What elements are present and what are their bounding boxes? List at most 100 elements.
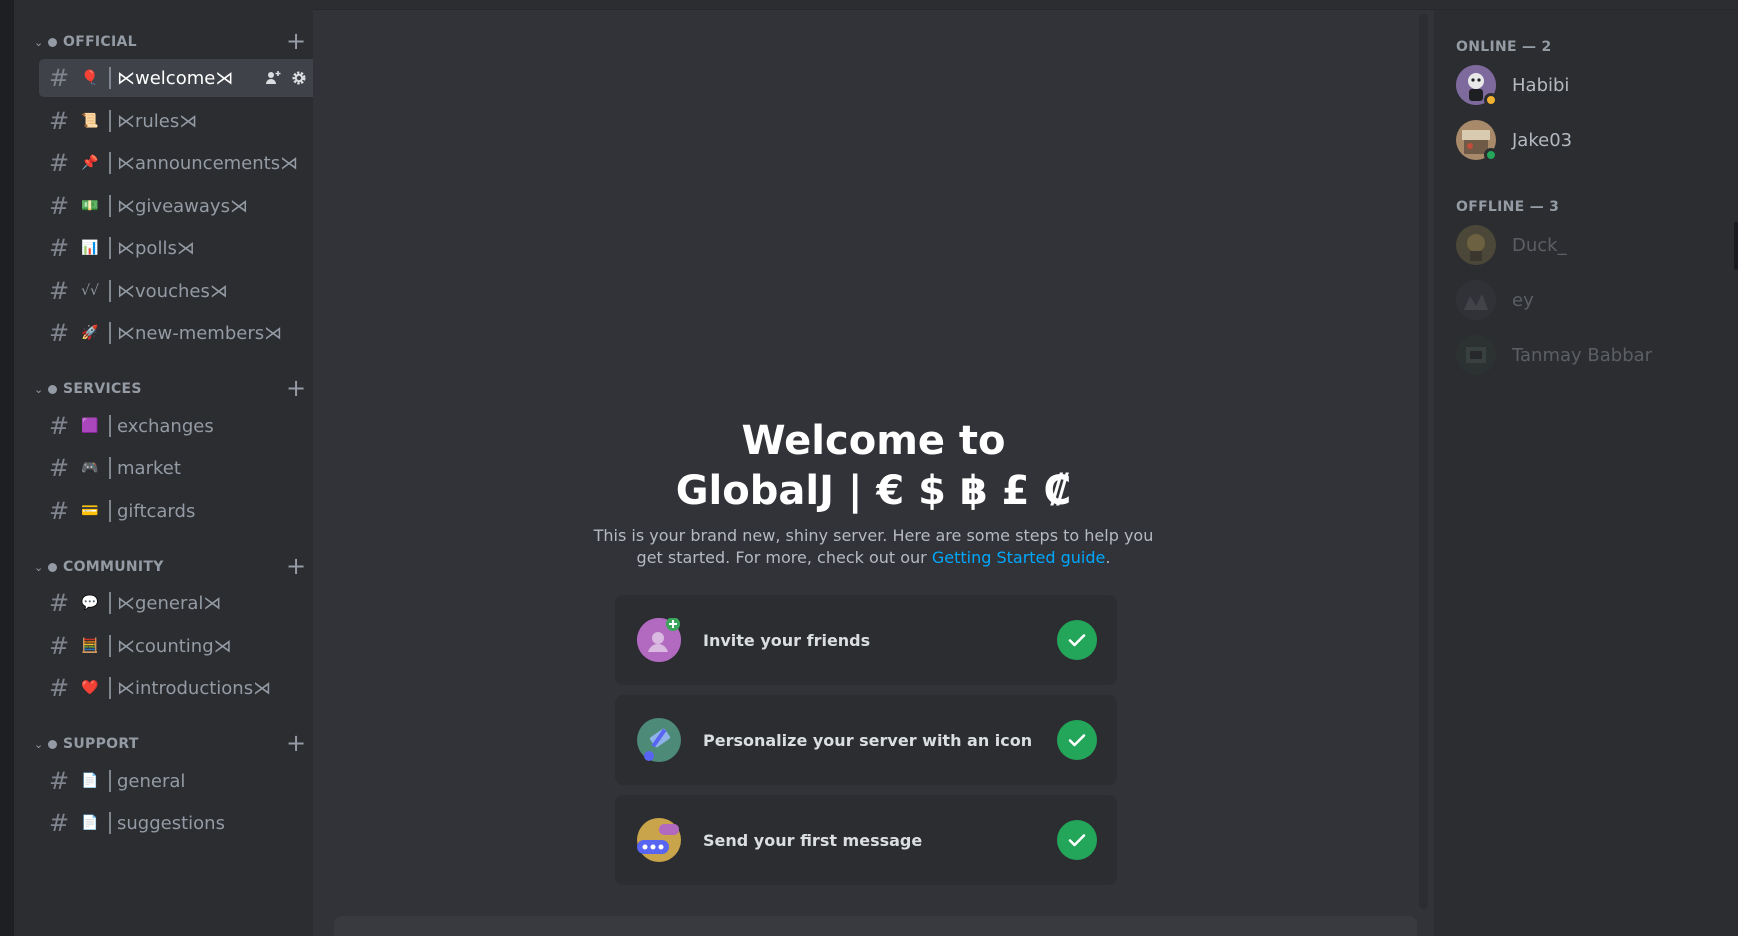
hash-icon: # [49, 674, 70, 702]
avatar [1456, 65, 1498, 107]
task-label: Invite your friends [703, 630, 871, 650]
gamepad-icon: 🎮 [81, 460, 99, 476]
category-official[interactable]: ⌄ OFFICIAL + [34, 29, 314, 54]
channel-name: ⋉general⋊ [117, 592, 222, 614]
category-dot-icon [48, 37, 57, 47]
message-icon [637, 818, 681, 862]
channel-giftcards[interactable]: # 💳 giftcards [39, 492, 319, 530]
online-header: ONLINE — 2 [1456, 39, 1552, 55]
checkmark-icon [1057, 620, 1097, 660]
category-dot-icon [48, 384, 57, 394]
channel-market[interactable]: # 🎮 market [39, 449, 319, 487]
idle-status-icon [1484, 93, 1498, 107]
category-services[interactable]: ⌄ SERVICES + [34, 376, 314, 401]
abacus-icon: 🧮 [81, 638, 99, 654]
personalize-icon [637, 718, 681, 762]
welcome-description-line1: This is your brand new, shiny server. He… [593, 526, 1154, 545]
separator [109, 237, 111, 259]
channel-name: market [117, 457, 181, 479]
channel-name: suggestions [117, 812, 225, 834]
separator [109, 635, 111, 657]
avatar [1456, 120, 1498, 162]
server-rail [0, 0, 14, 936]
channel-new-members[interactable]: # 🚀 ⋉new-members⋊ [39, 314, 319, 352]
separator [109, 770, 111, 792]
channel-exchanges[interactable]: # 🟪 exchanges [39, 407, 319, 445]
channel-giveaways[interactable]: # 💵 ⋉giveaways⋊ [39, 187, 319, 225]
category-label: COMMUNITY [63, 559, 164, 575]
chevron-down-icon: ⌄ [34, 35, 44, 49]
category-community[interactable]: ⌄ COMMUNITY + [34, 554, 314, 579]
channel-name: ⋉vouches⋊ [117, 280, 228, 302]
member-jake03[interactable]: Jake03 [1456, 118, 1726, 162]
balloon-icon: 🎈 [81, 70, 99, 86]
channel-polls[interactable]: # 📊 ⋉polls⋊ [39, 229, 319, 267]
category-label: SERVICES [63, 381, 142, 397]
category-dot-icon [48, 739, 57, 749]
channel-sidebar: ⌄ OFFICIAL + # 🎈 ⋉welcome⋊ # 📜 ⋉rules⋊ #… [14, 0, 319, 936]
channel-announcements[interactable]: # 📌 ⋉announcements⋊ [39, 144, 319, 182]
chevron-down-icon: ⌄ [34, 737, 44, 751]
hash-icon: # [49, 149, 70, 177]
task-first-message[interactable]: Send your first message [615, 795, 1117, 885]
task-invite-friends[interactable]: Invite your friends [615, 595, 1117, 685]
member-tanmay-babbar[interactable]: Tanmay Babbar [1456, 333, 1726, 377]
task-personalize-icon[interactable]: Personalize your server with an icon [615, 695, 1117, 785]
message-composer[interactable] [334, 916, 1417, 936]
gear-icon[interactable] [291, 70, 307, 86]
channel-counting[interactable]: # 🧮 ⋉counting⋊ [39, 627, 319, 665]
create-channel-icon[interactable]: + [286, 554, 306, 578]
member-duck[interactable]: Duck_ [1456, 223, 1726, 267]
separator [109, 457, 111, 479]
chat-area: Welcome to GlobalJ | € $ ฿ £ ₡ This is y… [313, 0, 1434, 936]
page-icon: 📄 [81, 773, 99, 789]
channel-introductions[interactable]: # ❤️ ⋉introductions⋊ [39, 669, 319, 707]
hash-icon: # [49, 64, 70, 92]
channel-name: ⋉new-members⋊ [117, 322, 283, 344]
channel-support-general[interactable]: # 📄 general [39, 762, 319, 800]
checkmarks-icon: √√ [81, 283, 99, 299]
task-label: Send your first message [703, 830, 923, 850]
hash-icon: # [49, 234, 70, 262]
member-habibi[interactable]: Habibi [1456, 63, 1726, 107]
member-name: Tanmay Babbar [1512, 344, 1653, 366]
description-prefix: get started. For more, check out our [636, 548, 932, 567]
chat-scrollbar[interactable] [1419, 14, 1428, 909]
hash-icon: # [49, 412, 70, 440]
invite-friends-icon [637, 617, 681, 662]
members-header-bar [1434, 0, 1738, 10]
channel-name: ⋉counting⋊ [117, 635, 232, 657]
channel-name: ⋉rules⋊ [117, 110, 198, 132]
channel-name: ⋉polls⋊ [117, 237, 195, 259]
channel-name: ⋉giveaways⋊ [117, 195, 248, 217]
pushpin-icon: 📌 [81, 155, 99, 171]
channel-rules[interactable]: # 📜 ⋉rules⋊ [39, 102, 319, 140]
member-name: Jake03 [1512, 129, 1573, 151]
channel-general[interactable]: # 💬 ⋉general⋊ [39, 584, 319, 622]
money-icon: 💵 [81, 198, 99, 214]
add-member-icon[interactable] [265, 70, 281, 86]
members-scrollbar[interactable] [1734, 222, 1738, 270]
getting-started-link[interactable]: Getting Started guide [932, 548, 1106, 567]
category-support[interactable]: ⌄ SUPPORT + [34, 731, 314, 756]
chevron-down-icon: ⌄ [34, 382, 44, 396]
welcome-description-line2: get started. For more, check out our Get… [313, 547, 1434, 569]
channel-vouches[interactable]: # √√ ⋉vouches⋊ [39, 272, 319, 310]
avatar [1456, 335, 1496, 375]
category-label: OFFICIAL [63, 34, 137, 50]
checkmark-icon [1057, 820, 1097, 860]
rocket-icon: 🚀 [81, 325, 99, 341]
separator [109, 280, 111, 302]
create-channel-icon[interactable]: + [286, 731, 306, 755]
separator [109, 195, 111, 217]
create-channel-icon[interactable]: + [286, 29, 306, 53]
channel-name: exchanges [117, 415, 214, 437]
hash-icon: # [49, 454, 70, 482]
channel-suggestions[interactable]: # 📄 suggestions [39, 804, 319, 842]
scroll-icon: 📜 [81, 113, 99, 129]
channel-welcome[interactable]: # 🎈 ⋉welcome⋊ [39, 59, 319, 97]
create-channel-icon[interactable]: + [286, 376, 306, 400]
discord-app: ⌄ OFFICIAL + # 🎈 ⋉welcome⋊ # 📜 ⋉rules⋊ #… [0, 0, 1738, 936]
separator [109, 812, 111, 834]
member-ey[interactable]: ey [1456, 278, 1726, 322]
